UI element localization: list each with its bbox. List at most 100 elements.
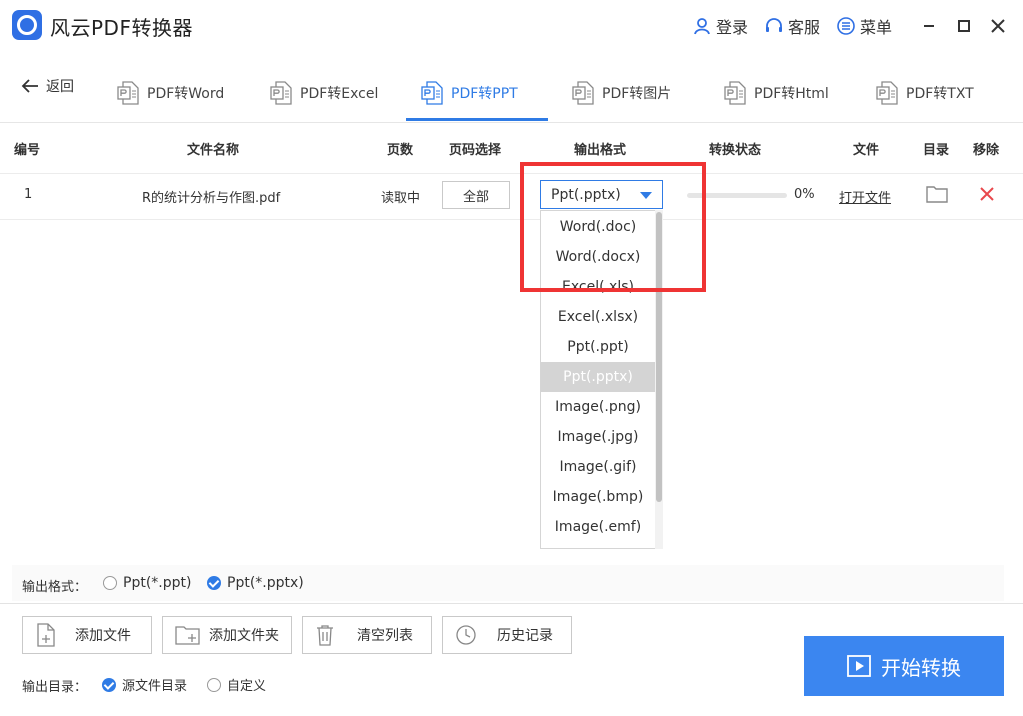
tab-pdf转excel[interactable]: PDF转Excel <box>270 66 378 120</box>
login-label: 登录 <box>716 18 749 37</box>
menu-icon <box>837 17 855 35</box>
dropdown-option[interactable]: Image(.jpg) <box>541 422 655 452</box>
bottom-divider <box>0 603 1023 604</box>
dropdown-option[interactable]: Image(.gif) <box>541 452 655 482</box>
clock-icon <box>456 625 476 645</box>
pdf-image-icon <box>572 81 594 105</box>
close-button[interactable] <box>986 14 1010 38</box>
output-dir-source-label: 源文件目录 <box>122 679 188 694</box>
radio-custom-dir[interactable] <box>207 677 221 692</box>
page-select-button[interactable]: 全部 <box>442 181 510 209</box>
start-convert-button[interactable]: 开始转换 <box>804 636 1004 696</box>
close-icon <box>991 19 1005 33</box>
dropdown-scrollbar-thumb[interactable] <box>656 212 662 502</box>
output-dir-custom-label: 自定义 <box>227 679 267 694</box>
output-format-label: 输出格式： <box>22 580 88 595</box>
tab-pdf转word[interactable]: PDF转Word <box>117 66 224 120</box>
pdf-txt-icon <box>876 81 898 105</box>
header-directory: 目录 <box>923 143 950 158</box>
dropdown-option[interactable]: Word(.doc) <box>541 212 655 242</box>
tab-label: PDF转图片 <box>602 86 672 102</box>
dropdown-option[interactable]: Ppt(.pptx) <box>541 362 655 392</box>
output-dir-custom[interactable]: 自定义 <box>207 675 266 694</box>
radio-pptx[interactable] <box>207 576 221 590</box>
row-pages: 读取中 <box>381 191 421 206</box>
back-button[interactable]: 返回 <box>20 76 74 96</box>
arrow-left-icon <box>21 79 38 93</box>
dropdown-option[interactable]: Image(.emf) <box>541 512 655 542</box>
output-format-value: Ppt(.pptx) <box>551 186 621 203</box>
conversion-progress-bar <box>687 193 787 198</box>
pdf-word-icon <box>117 81 139 105</box>
remove-icon[interactable] <box>979 186 995 206</box>
add-file-label: 添加文件 <box>75 628 131 644</box>
output-format-select[interactable]: Ppt(.pptx) <box>540 180 663 209</box>
dropdown-option[interactable]: Excel(.xls) <box>541 272 655 302</box>
trash-icon <box>317 625 333 646</box>
app-logo-icon <box>12 10 42 40</box>
maximize-button[interactable] <box>952 14 976 38</box>
open-file-link[interactable]: 打开文件 <box>839 187 891 206</box>
dropdown-option[interactable]: Excel(.xlsx) <box>541 302 655 332</box>
service-label: 客服 <box>788 18 821 37</box>
start-convert-label: 开始转换 <box>881 655 961 680</box>
minimize-icon <box>924 25 934 27</box>
header-file: 文件 <box>853 143 880 158</box>
header-status: 转换状态 <box>709 143 762 158</box>
tab-label: PDF转Html <box>754 86 829 102</box>
pdf-html-icon <box>724 81 746 105</box>
add-file-icon <box>37 623 55 647</box>
dropdown-option[interactable]: Word(.docx) <box>541 242 655 272</box>
add-file-button[interactable]: 添加文件 <box>22 616 152 654</box>
caret-down-icon <box>640 192 652 199</box>
clear-list-button[interactable]: 清空列表 <box>302 616 432 654</box>
minimize-button[interactable] <box>917 14 941 38</box>
maximize-icon <box>958 20 970 32</box>
history-button[interactable]: 历史记录 <box>442 616 572 654</box>
header-pages: 页数 <box>387 143 414 158</box>
format-option-pptx-label: Ppt(*.pptx) <box>227 575 304 591</box>
header-filename: 文件名称 <box>187 143 240 158</box>
radio-ppt[interactable] <box>103 576 117 590</box>
login-button[interactable]: 登录 <box>692 14 748 38</box>
dropdown-option[interactable]: Ppt(.ppt) <box>541 332 655 362</box>
output-format-dropdown: Word(.doc) Word(.docx) Excel(.xls) Excel(.x… <box>540 210 663 549</box>
progress-text: 0% <box>794 187 815 202</box>
headset-icon <box>766 18 782 32</box>
format-option-ppt[interactable]: Ppt(*.ppt) <box>103 575 191 591</box>
dropdown-option[interactable]: Image(.png) <box>541 392 655 422</box>
tab-label: PDF转TXT <box>906 86 974 102</box>
output-dir-source[interactable]: 源文件目录 <box>102 675 187 694</box>
pdf-ppt-icon <box>421 81 443 105</box>
customer-service-button[interactable]: 客服 <box>764 14 820 38</box>
app-title: 风云PDF转换器 <box>50 16 193 40</box>
history-label: 历史记录 <box>497 628 553 644</box>
format-option-pptx[interactable]: Ppt(*.pptx) <box>207 575 304 591</box>
active-tab-indicator <box>406 118 548 121</box>
tab-label: PDF转Excel <box>300 86 379 102</box>
add-folder-button[interactable]: 添加文件夹 <box>162 616 292 654</box>
tab-pdf转html[interactable]: PDF转Html <box>724 66 829 120</box>
row-index: 1 <box>24 187 33 202</box>
header-page-select: 页码选择 <box>449 143 502 158</box>
output-dir-label: 输出目录： <box>22 680 88 695</box>
tab-pdf转ppt[interactable]: PDF转PPT <box>421 66 518 120</box>
header-output-format: 输出格式 <box>574 143 627 158</box>
dropdown-option[interactable]: Image(.bmp) <box>541 482 655 512</box>
clear-list-label: 清空列表 <box>357 628 413 644</box>
tab-pdf转txt[interactable]: PDF转TXT <box>876 66 974 120</box>
back-label: 返回 <box>46 79 74 95</box>
header-index: 编号 <box>14 143 41 158</box>
header-remove: 移除 <box>973 143 1000 158</box>
row-filename: R的统计分析与作图.pdf <box>142 191 281 206</box>
radio-source-dir[interactable] <box>102 677 116 692</box>
pdf-excel-icon <box>270 81 292 105</box>
format-option-ppt-label: Ppt(*.ppt) <box>123 575 192 591</box>
tab-pdf转图片[interactable]: PDF转图片 <box>572 66 671 120</box>
add-folder-label: 添加文件夹 <box>209 628 279 644</box>
tab-label: PDF转Word <box>147 86 225 102</box>
menu-label: 菜单 <box>860 18 893 37</box>
menu-button[interactable]: 菜单 <box>836 14 892 38</box>
folder-icon[interactable] <box>926 185 948 207</box>
add-folder-icon <box>175 626 200 645</box>
